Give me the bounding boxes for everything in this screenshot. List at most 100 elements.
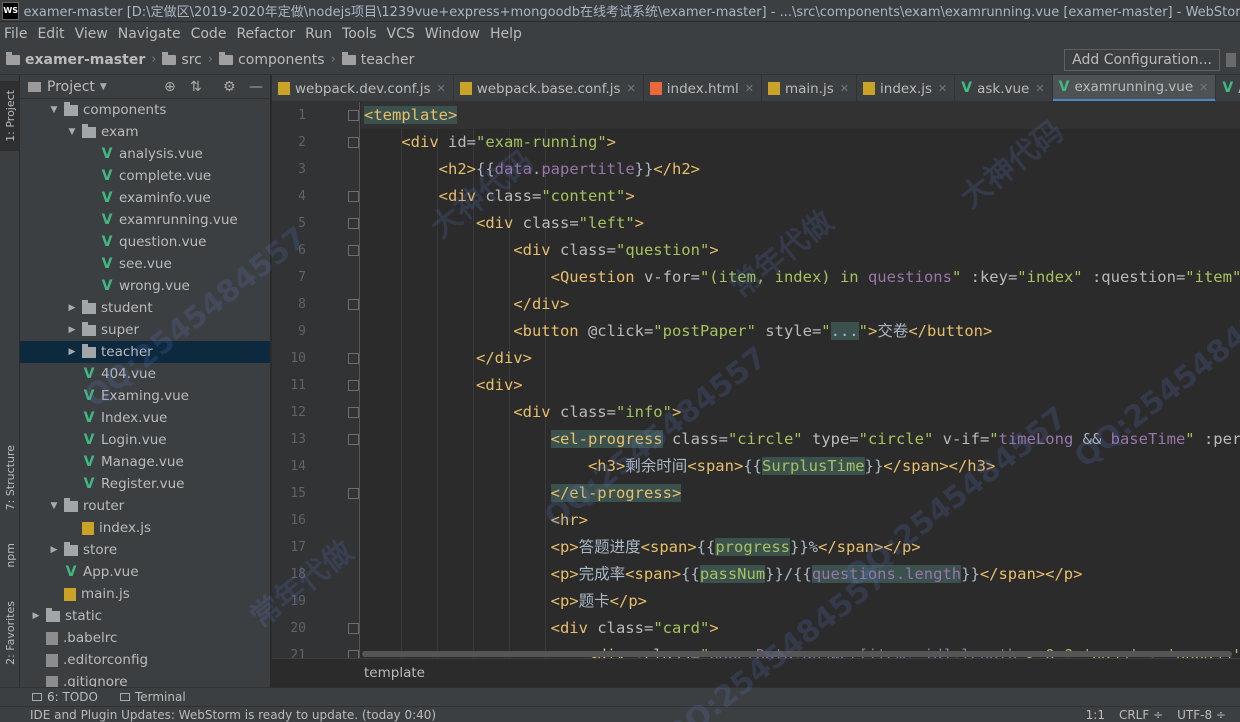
fold-marker-icon[interactable] [348,407,359,418]
breadcrumb-teacher[interactable]: teacher [341,51,414,68]
code-line[interactable]: <p>答题进度<span>{{progress}}%</span></p> [364,534,921,561]
fold-marker-icon[interactable] [348,299,359,310]
breadcrumb-project[interactable]: examer-master [6,51,145,68]
gear-icon[interactable]: ⚙ [223,79,236,95]
tree-item[interactable]: .editorconfig [20,649,270,671]
tree-item[interactable]: ▶ teacher [20,341,270,363]
tree-item[interactable]: V App.vue [20,561,270,583]
menu-help[interactable]: Help [485,26,527,42]
tree-item[interactable]: Vexamrunning.vue [20,209,270,231]
fold-marker-icon[interactable] [348,191,359,202]
code-line[interactable]: <div> [364,372,523,399]
tree-item[interactable]: Vwrong.vue [20,275,270,297]
editor-breadcrumb-template[interactable]: template [364,665,425,681]
breadcrumb-components[interactable]: components [219,51,325,68]
tree-item[interactable]: .babelrc [20,627,270,649]
tree-item[interactable]: ▼ router [20,495,270,517]
fold-marker-icon[interactable] [348,353,359,364]
tree-item[interactable]: V Login.vue [20,429,270,451]
editor-tab[interactable]: webpack.dev.conf.js ✕ [272,75,454,101]
tree-item[interactable]: Vcomplete.vue [20,165,270,187]
editor-tab[interactable]: webpack.base.conf.js ✕ [454,75,644,101]
menu-tools[interactable]: Tools [337,26,382,42]
tree-item[interactable]: V Register.vue [20,473,270,495]
tree-item[interactable]: V Manage.vue [20,451,270,473]
run-icon[interactable] [1226,53,1236,67]
chevron-down-icon[interactable]: ▼ [48,105,60,115]
tree-item[interactable]: ▼ components [20,99,270,121]
fold-marker-icon[interactable] [348,380,359,391]
terminal-tool-button[interactable]: Terminal [119,690,186,704]
code-line[interactable]: <Question v-for="(item, index) in questi… [364,264,1240,291]
todo-tool-button[interactable]: 6: TODO [32,690,98,704]
tree-item[interactable]: Vsee.vue [20,253,270,275]
hide-icon[interactable]: — [249,79,263,95]
code-line[interactable]: <div class="card"> [364,615,719,642]
editor-tab[interactable]: VApp.vue✕ [1216,75,1240,101]
close-icon[interactable]: ✕ [627,82,636,95]
project-view-selector[interactable]: Project ▼ [28,79,107,95]
tree-item[interactable]: ▶ static [20,605,270,627]
breadcrumb-src[interactable]: src [162,51,202,68]
fold-marker-icon[interactable] [348,110,359,121]
project-tool-tab[interactable]: 1: Project [0,81,20,151]
npm-tool-tab[interactable]: npm [0,530,20,580]
tree-item[interactable]: V Index.vue [20,407,270,429]
locate-icon[interactable]: ⊕ [164,79,176,95]
structure-tool-tab[interactable]: 7: Structure [0,435,20,520]
line-separator[interactable]: CRLF ÷ [1119,708,1163,722]
code-line[interactable]: <div class="info"> [364,399,681,426]
fold-marker-icon[interactable] [348,137,359,148]
tree-item[interactable]: Vquestion.vue [20,231,270,253]
editor-tab[interactable]: Vask.vue ✕ [955,75,1053,101]
chevron-down-icon[interactable]: ▼ [48,501,60,511]
code-line[interactable]: <h3>剩余时间<span>{{SurplusTime}}</span></h3… [364,453,995,480]
tree-item[interactable]: V Examing.vue [20,385,270,407]
fold-marker-icon[interactable] [348,488,359,499]
code-line[interactable]: <div id="exam-running"> [364,129,616,156]
chevron-right-icon[interactable]: ▶ [66,347,78,357]
chevron-right-icon[interactable]: ▶ [48,545,60,555]
menu-window[interactable]: Window [420,26,485,42]
tree-item[interactable]: V 404.vue [20,363,270,385]
add-configuration-button[interactable]: Add Configuration... [1064,49,1220,71]
code-line[interactable]: <button @click="postPaper" style="...">交… [364,318,992,345]
menu-file[interactable]: File [0,26,32,42]
menu-run[interactable]: Run [300,26,337,42]
editor-tab[interactable]: main.js ✕ [762,75,858,101]
close-icon[interactable]: ✕ [436,82,445,95]
code-line[interactable]: <div class="left"> [364,210,644,237]
tree-item[interactable]: Vanalysis.vue [20,143,270,165]
tree-item[interactable]: index.js [20,517,270,539]
code-line[interactable]: </el-progress> [364,480,682,507]
menu-refactor[interactable]: Refactor [231,26,300,42]
tree-item[interactable]: ▶ super [20,319,270,341]
editor-tab[interactable]: Vexamrunning.vue ✕ [1052,75,1217,101]
code-line[interactable]: <div class="content"> [364,183,635,210]
menu-navigate[interactable]: Navigate [113,26,186,42]
close-icon[interactable]: ✕ [840,82,849,95]
code-line[interactable]: </div> [364,345,532,372]
tree-item[interactable]: ▶ student [20,297,270,319]
menu-edit[interactable]: Edit [32,26,69,42]
code-line[interactable]: <el-progress class="circle" type="circle… [364,426,1240,453]
fold-marker-icon[interactable] [348,245,359,256]
menu-code[interactable]: Code [186,26,232,42]
code-line[interactable]: <div class="question"> [364,237,718,264]
status-message[interactable]: IDE and Plugin Updates: WebStorm is read… [30,708,436,722]
close-icon[interactable]: ✕ [745,82,754,95]
fold-marker-icon[interactable] [348,434,359,445]
collapse-all-icon[interactable]: ⇅ [190,79,202,95]
chevron-right-icon[interactable]: ▶ [30,611,42,621]
menu-view[interactable]: View [70,26,113,42]
code-line[interactable]: <template> [364,102,458,129]
editor-tab[interactable]: index.html ✕ [644,75,762,101]
editor-tab[interactable]: index.js ✕ [857,75,956,101]
tree-item[interactable]: ▶ store [20,539,270,561]
code-line[interactable]: <hr> [364,507,588,534]
fold-marker-icon[interactable] [348,218,359,229]
favorites-tool-tab[interactable]: 2: Favorites [0,590,20,675]
code-editor[interactable]: <template> <div id="exam-running"> <h2>{… [361,102,1240,658]
caret-position[interactable]: 1:1 [1086,708,1105,722]
code-line[interactable]: <p>题卡</p> [364,588,647,615]
